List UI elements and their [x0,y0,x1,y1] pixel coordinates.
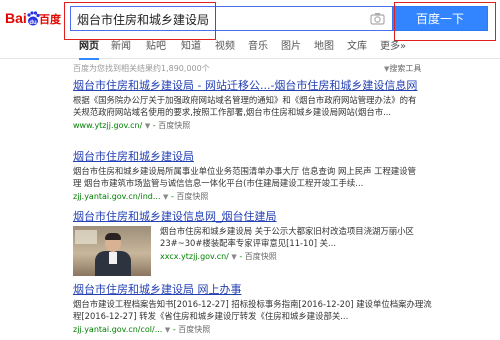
result-item: 烟台市住房和城乡建设局 烟台市住房和城乡建设局所属事业单位业务范围清单办事大厅 … [73,150,493,203]
tab-video[interactable]: 视频 [215,40,235,58]
cache-link[interactable]: 百度快照 [178,325,210,334]
result-url[interactable]: zjj.yantai.gov.cn/ind... ▼ - 百度快照 [73,191,493,203]
cache-link[interactable]: 百度快照 [245,252,277,261]
dropdown-arrow-icon: ▼ [231,253,237,261]
logo-text-right: 百度 [39,12,61,26]
result-title-link[interactable]: 烟台市住房和城乡建设信息网_烟台住建局 [73,210,493,224]
result-count: 百度为您找到相关结果约1,890,000个 [73,64,210,73]
tab-web[interactable]: 网页 [79,40,99,60]
result-snippet: 烟台市建设工程档案告知书[2016-12-27] 招标投标事务指南[2016-1… [73,299,432,321]
result-url[interactable]: www.ytzjj.gov.cn/ ▼ - 百度快照 [73,120,493,132]
highlight-box-query [64,2,216,40]
result-item: 烟台市住房和城乡建设局 - 网站迁移公...-烟台市住房和城乡建设信息网 根据《… [73,79,493,132]
cache-link[interactable]: 百度快照 [176,192,208,201]
tab-news[interactable]: 新闻 [111,40,131,58]
baidu-logo[interactable]: Bai du 百度 [5,8,61,28]
search-header: Bai du 百度 百度一下 [0,0,500,41]
camera-icon[interactable] [370,12,385,25]
tab-tieba[interactable]: 贴吧 [146,40,166,58]
search-tools-button[interactable]: ▼搜索工具 [384,63,421,74]
result-title-link[interactable]: 烟台市住房和城乡建设局 [73,150,493,164]
result-url[interactable]: xxcx.ytzjj.gov.cn/ ▼ - 百度快照 [160,251,495,263]
result-item: 烟台市住房和城乡建设信息网_烟台住建局 [73,210,493,224]
search-tabs: 网页 新闻 贴吧 知道 视频 音乐 图片 地图 文库 更多» [0,36,500,60]
tab-images[interactable]: 图片 [281,40,301,58]
result-title-link[interactable]: 烟台市住房和城乡建设局 - 网站迁移公...-烟台市住房和城乡建设信息网 [73,79,493,93]
logo-paw-text: du [29,20,37,26]
dropdown-arrow-icon: ▼ [164,326,171,334]
result-snippet: 烟台市住房和城乡建设局 关于公示大都家旧村改造项目浇湖万丽小区 23#~30#楼… [160,226,414,248]
search-tools-label: 搜索工具 [389,64,422,73]
result-url[interactable]: zjj.yantai.gov.cn/col/... ▼ - 百度快照 [73,324,493,336]
logo-text-left: Bai [5,10,27,26]
result-thumbnail[interactable] [73,226,151,276]
tab-music[interactable]: 音乐 [248,40,268,58]
tab-wenku[interactable]: 文库 [347,40,367,58]
result-snippet: 烟台市住房和城乡建设局所属事业单位业务范围清单办事大厅 信息查询 网上民声 工程… [73,166,416,188]
result-snippet: 根据《国务院办公厅关于加强政府网站域名管理的通知》和《烟台市政府网站管理办法》的… [73,95,417,117]
result-snippet-block: 烟台市住房和城乡建设局 关于公示大都家旧村改造项目浇湖万丽小区 23#~30#楼… [160,226,495,263]
tab-zhidao[interactable]: 知道 [181,40,201,58]
dropdown-arrow-icon: ▼ [144,122,151,130]
tab-map[interactable]: 地图 [314,40,334,58]
cache-link[interactable]: 百度快照 [158,121,190,130]
result-item: 烟台市住房和城乡建设局 网上办事 烟台市建设工程档案告知书[2016-12-27… [73,283,493,336]
dropdown-arrow-icon: ▼ [163,193,169,201]
tab-more[interactable]: 更多» [380,40,406,58]
result-title-link[interactable]: 烟台市住房和城乡建设局 网上办事 [73,283,493,297]
